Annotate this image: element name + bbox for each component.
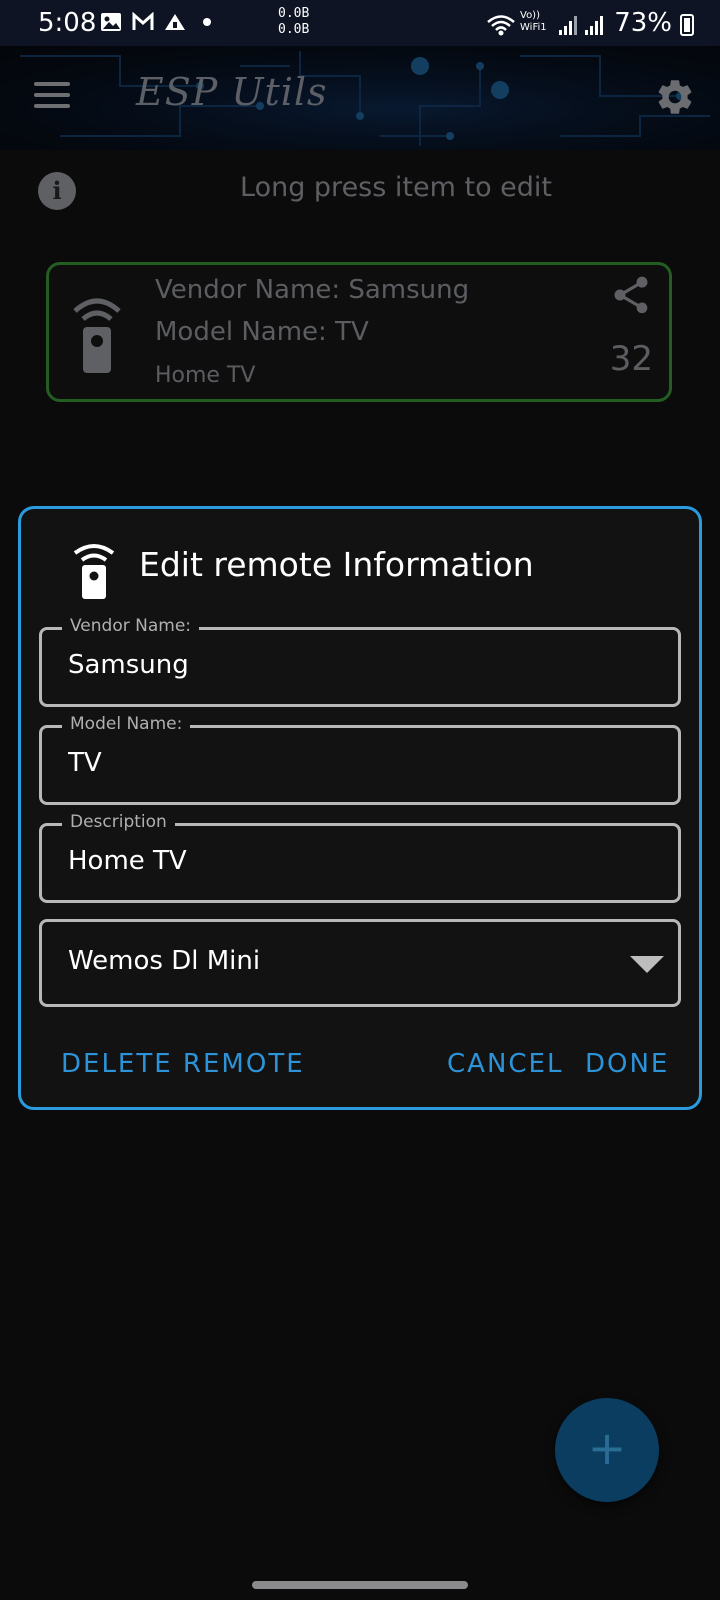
model-name-input[interactable] <box>68 748 628 778</box>
home-alert-icon <box>165 14 185 30</box>
status-time: 5:08 <box>38 8 97 38</box>
dialog-title: Edit remote Information <box>139 545 534 584</box>
chevron-down-icon[interactable] <box>630 956 664 973</box>
add-remote-button[interactable]: + <box>555 1398 659 1502</box>
gmail-icon <box>132 12 154 30</box>
speed-up: 0.0B <box>278 6 310 21</box>
dot-icon <box>203 18 211 26</box>
edit-remote-dialog: Edit remote Information Vendor Name: Mod… <box>18 506 702 1110</box>
remote-icon <box>73 544 115 599</box>
circuit-background <box>20 51 710 146</box>
edit-hint: Long press item to edit <box>240 172 553 203</box>
delete-remote-button[interactable]: DELETE REMOTE <box>61 1049 305 1079</box>
status-bar: 5:08 0.0B 0.0B Vo)) WiFi1 73% <box>0 0 720 46</box>
cancel-button[interactable]: CANCEL <box>447 1049 563 1079</box>
description-input[interactable] <box>68 846 628 876</box>
info-icon[interactable]: i <box>38 172 76 210</box>
board-select[interactable]: Wemos Dl Mini <box>39 919 681 1007</box>
description-field[interactable]: Description <box>39 812 681 903</box>
vendor-name-input[interactable] <box>68 650 628 680</box>
model-name-field[interactable]: Model Name: <box>39 714 681 805</box>
gear-icon[interactable] <box>654 76 696 118</box>
card-vendor-name: Vendor Name: Samsung <box>155 275 470 305</box>
wifi1-label: WiFi1 <box>520 22 547 33</box>
speed-down: 0.0B <box>278 22 310 37</box>
model-name-label: Model Name: <box>62 714 191 734</box>
vendor-name-label: Vendor Name: <box>62 616 200 636</box>
remote-icon <box>73 298 121 373</box>
volte-label: Vo)) <box>520 10 540 21</box>
remote-card[interactable]: Vendor Name: Samsung Model Name: TV Home… <box>46 262 672 402</box>
board-select-value: Wemos Dl Mini <box>68 946 261 976</box>
gallery-icon <box>101 13 121 31</box>
plus-icon: + <box>587 1421 627 1475</box>
card-button-count: 32 <box>609 339 653 379</box>
vendor-name-field[interactable]: Vendor Name: <box>39 616 681 707</box>
description-label: Description <box>62 812 175 832</box>
app-title: ESP Utils <box>136 70 328 114</box>
card-model-name: Model Name: TV <box>155 317 369 347</box>
done-button[interactable]: DONE <box>585 1049 669 1079</box>
card-description: Home TV <box>155 363 256 388</box>
wifi-icon <box>487 15 515 36</box>
volte-wifi-label: Vo)) WiFi1 <box>520 10 547 34</box>
battery-percent: 73% <box>614 8 672 38</box>
home-indicator[interactable] <box>252 1581 468 1589</box>
signal-icon-1 <box>559 16 577 35</box>
network-speed: 0.0B 0.0B <box>278 6 309 38</box>
signal-icon-2 <box>585 16 603 35</box>
battery-icon <box>680 14 694 36</box>
app-bar: ESP Utils <box>0 46 720 150</box>
share-icon[interactable] <box>609 273 653 317</box>
menu-icon[interactable] <box>34 82 70 110</box>
status-notification-icons <box>100 12 218 32</box>
